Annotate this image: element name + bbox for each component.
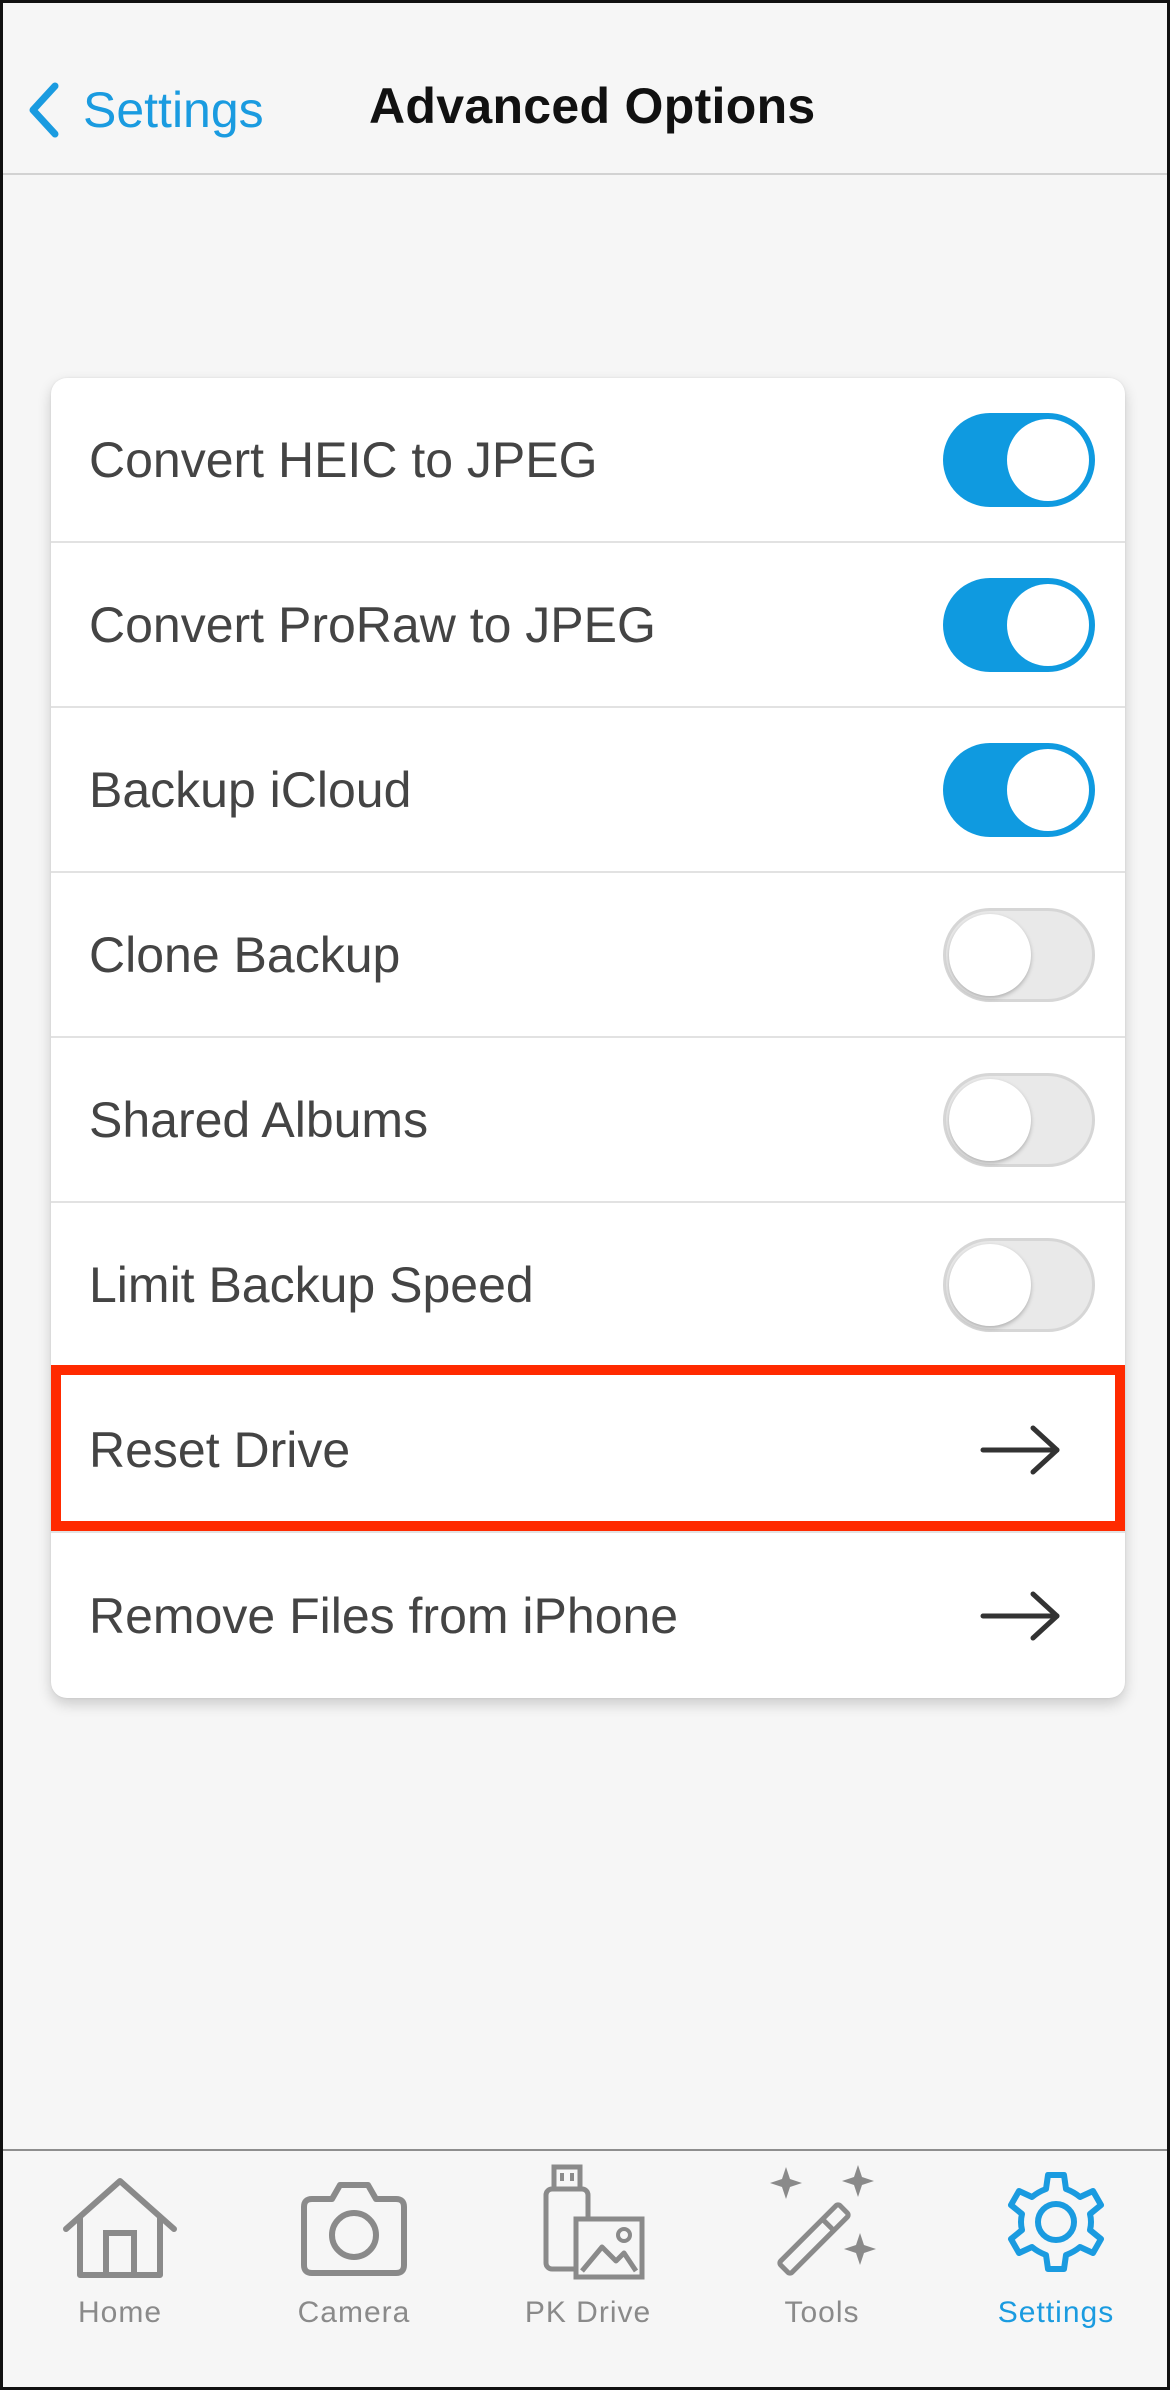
option-label: Convert HEIC to JPEG xyxy=(89,431,598,488)
convert-proraw-toggle[interactable] xyxy=(943,577,1095,672)
tab-pk-drive[interactable]: PK Drive xyxy=(471,2151,705,2387)
remove-files-row[interactable]: Remove Files from iPhone xyxy=(51,1533,1125,1698)
tab-bar: Home Camera PK Drive Tools Settings xyxy=(3,2149,1167,2387)
toggle-knob xyxy=(1007,418,1089,501)
option-row-clone-backup: Clone Backup xyxy=(51,873,1125,1038)
options-card: Convert HEIC to JPEG Convert ProRaw to J… xyxy=(51,378,1125,1698)
shared-albums-toggle[interactable] xyxy=(943,1072,1095,1167)
toggle-knob xyxy=(949,913,1031,996)
option-label: Reset Drive xyxy=(89,1421,351,1478)
tab-label: Camera xyxy=(297,2296,411,2329)
option-row-convert-proraw: Convert ProRaw to JPEG xyxy=(51,543,1125,708)
toggle-knob xyxy=(949,1078,1031,1161)
tab-tools[interactable]: Tools xyxy=(705,2151,939,2387)
limit-backup-speed-toggle[interactable] xyxy=(943,1237,1095,1332)
tab-settings[interactable]: Settings xyxy=(939,2151,1167,2387)
tab-camera[interactable]: Camera xyxy=(237,2151,471,2387)
tab-home[interactable]: Home xyxy=(3,2151,237,2387)
option-row-backup-icloud: Backup iCloud xyxy=(51,708,1125,873)
house-icon xyxy=(63,2178,177,2278)
tab-label: Home xyxy=(77,2296,163,2329)
camera-icon xyxy=(301,2182,407,2276)
option-label: Convert ProRaw to JPEG xyxy=(89,596,656,653)
option-row-limit-backup-speed: Limit Backup Speed xyxy=(51,1203,1125,1368)
back-label: Settings xyxy=(83,82,264,138)
clone-backup-toggle[interactable] xyxy=(943,907,1095,1002)
back-button[interactable]: Settings xyxy=(27,75,264,145)
option-label: Backup iCloud xyxy=(89,761,412,818)
page-title: Advanced Options xyxy=(369,78,816,134)
tab-label: PK Drive xyxy=(524,2296,652,2329)
backup-icloud-toggle[interactable] xyxy=(943,742,1095,837)
option-label: Shared Albums xyxy=(89,1091,429,1148)
option-label: Limit Backup Speed xyxy=(89,1256,534,1313)
convert-heic-toggle[interactable] xyxy=(943,412,1095,507)
option-row-convert-heic: Convert HEIC to JPEG xyxy=(51,378,1125,543)
reset-drive-row[interactable]: Reset Drive xyxy=(51,1368,1125,1533)
magic-wand-icon xyxy=(770,2165,876,2276)
option-label: Clone Backup xyxy=(89,926,401,983)
toggle-knob xyxy=(1007,748,1089,831)
toggle-knob xyxy=(1007,583,1089,666)
tab-label: Settings xyxy=(997,2296,1115,2329)
usb-drive-photo-icon xyxy=(543,2164,645,2280)
tab-label: Tools xyxy=(784,2296,860,2329)
chevron-left-icon xyxy=(29,82,59,138)
option-label: Remove Files from iPhone xyxy=(89,1587,679,1644)
option-row-shared-albums: Shared Albums xyxy=(51,1038,1125,1203)
arrow-right-icon xyxy=(980,1425,1060,1474)
gear-icon xyxy=(1008,2172,1104,2272)
toggle-knob xyxy=(949,1243,1031,1326)
arrow-right-icon xyxy=(980,1591,1060,1640)
navigation-bar: Settings Advanced Options xyxy=(3,3,1167,175)
app-screen: Settings Advanced Options Convert HEIC t… xyxy=(0,0,1170,2390)
